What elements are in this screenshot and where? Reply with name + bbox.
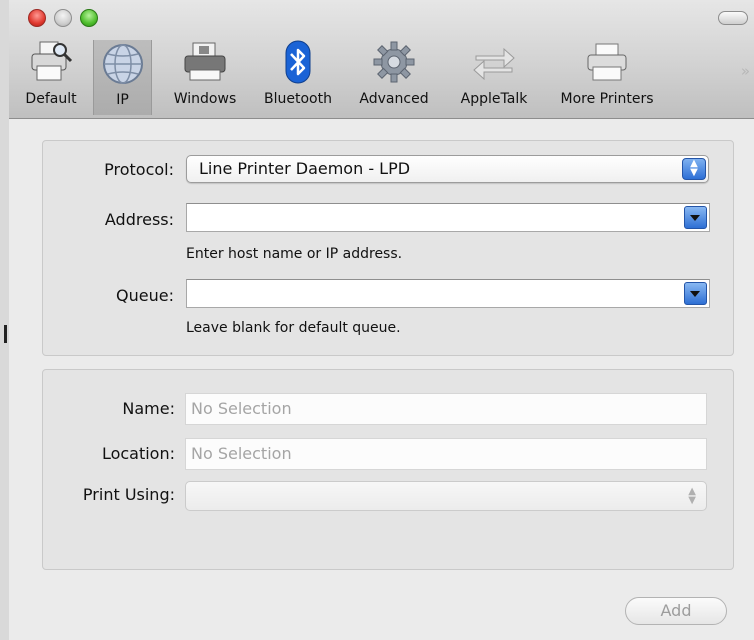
zoom-button[interactable] [80,9,98,27]
printer-icon [587,43,627,81]
queue-hint: Leave blank for default queue. [186,320,401,336]
queue-dropdown-arrow-icon[interactable] [684,282,707,305]
toolbar-label-more-printers: More Printers [560,91,654,107]
toolbar-item-advanced[interactable]: Advanced [349,38,439,114]
protocol-popup-arrows-icon: ▲ ▼ [682,158,706,180]
name-label: Name: [122,399,175,418]
protocol-popup[interactable]: Line Printer Daemon - LPD ▲ ▼ [186,155,709,183]
print-using-arrows-icon: ▲ ▼ [688,486,696,506]
queue-label: Queue: [116,286,174,305]
bluetooth-icon [285,40,311,84]
location-field[interactable]: No Selection [185,438,707,470]
print-using-label: Print Using: [82,485,175,504]
toolbar-item-more-printers[interactable]: More Printers [548,38,666,114]
appletalk-arrows-icon [473,47,515,81]
toolbar: Default IP Windows Bluetooth Advanced Ap… [9,0,754,119]
address-dropdown-arrow-icon[interactable] [684,206,707,229]
windows-printer-icon [184,42,226,81]
toolbar-label-default: Default [25,91,77,107]
address-combo[interactable] [186,203,710,232]
toolbar-label-advanced: Advanced [359,91,429,107]
location-placeholder: No Selection [191,444,292,463]
window-edge-mark [4,325,7,343]
close-button[interactable] [28,9,46,27]
name-field[interactable]: No Selection [185,393,707,425]
protocol-value: Line Printer Daemon - LPD [199,159,411,178]
toolbar-item-appletalk[interactable]: AppleTalk [449,38,539,114]
gear-icon [373,41,415,83]
print-using-popup[interactable]: ▲ ▼ [185,481,707,511]
add-button-label: Add [660,601,692,620]
toolbar-label-ip: IP [116,92,129,108]
globe-icon [102,44,143,84]
toolbar-label-bluetooth: Bluetooth [264,91,332,107]
toolbar-toggle-button[interactable] [718,11,748,25]
add-button[interactable]: Add [625,597,727,625]
minimize-button[interactable] [54,9,72,27]
toolbar-item-ip[interactable]: IP [93,40,152,115]
protocol-label: Protocol: [104,160,174,179]
toolbar-label-appletalk: AppleTalk [460,91,528,107]
default-printer-icon [31,41,73,81]
toolbar-item-default[interactable]: Default [18,38,84,114]
toolbar-overflow-chevron-icon[interactable]: » [741,62,750,80]
add-printer-window: Default IP Windows Bluetooth Advanced Ap… [9,0,754,640]
location-label: Location: [101,444,175,463]
toolbar-item-windows[interactable]: Windows [164,38,246,114]
address-hint: Enter host name or IP address. [186,246,403,262]
queue-combo[interactable] [186,279,710,308]
address-label: Address: [104,210,174,229]
toolbar-label-windows: Windows [173,91,237,107]
name-placeholder: No Selection [191,399,292,418]
toolbar-item-bluetooth[interactable]: Bluetooth [254,38,342,114]
